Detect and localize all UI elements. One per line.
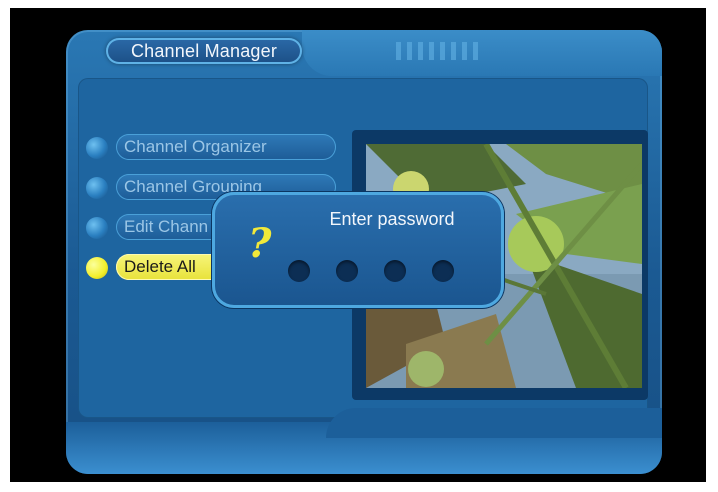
tv-screen: Channel Manager Channel Organizer Channe… — [10, 8, 706, 482]
password-digit — [432, 260, 454, 282]
password-digit — [384, 260, 406, 282]
password-input[interactable] — [288, 260, 454, 282]
bullet-icon — [86, 177, 108, 199]
menu-item-channel-organizer[interactable]: Channel Organizer — [86, 134, 346, 162]
bullet-icon — [86, 217, 108, 239]
password-digit — [336, 260, 358, 282]
menu-item-label: Channel Organizer — [116, 134, 336, 160]
page-title: Channel Manager — [106, 38, 302, 64]
question-icon: ? — [248, 220, 272, 267]
password-dialog: ? Enter password — [212, 192, 504, 308]
bullet-icon — [86, 257, 108, 279]
password-digit — [288, 260, 310, 282]
bullet-icon — [86, 137, 108, 159]
signal-bars-icon — [396, 42, 546, 62]
dialog-title: Enter password — [329, 209, 455, 229]
footer-decoration — [66, 408, 662, 474]
